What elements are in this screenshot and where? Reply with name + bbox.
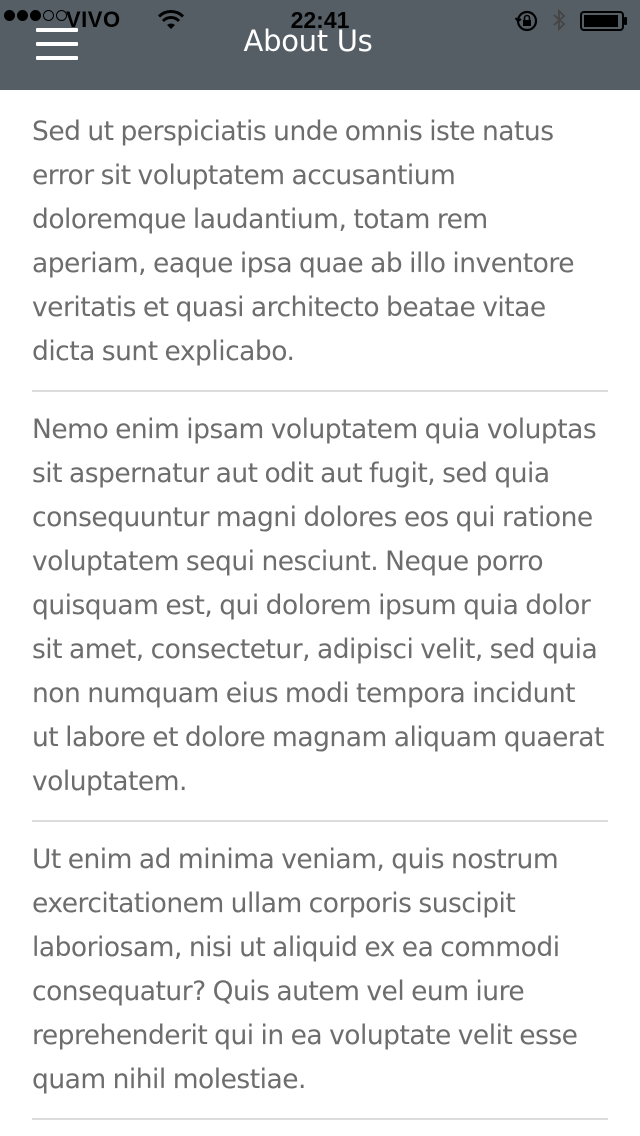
- about-paragraph-1: Sed ut perspiciatis unde omnis iste natu…: [32, 116, 575, 367]
- section-divider: [32, 820, 608, 822]
- about-paragraph-3: Ut enim ad minima veniam, quis nostrum e…: [32, 844, 578, 1095]
- page-title: About Us: [243, 24, 373, 58]
- about-content: Sed ut perspiciatis unde omnis iste natu…: [32, 110, 608, 1136]
- app-header: VIVO 22:41 About Us: [0, 0, 640, 90]
- section-divider: [32, 1118, 608, 1120]
- section-divider: [32, 390, 608, 392]
- about-paragraph-2: Nemo enim ipsam voluptatem quia voluptas…: [32, 414, 604, 797]
